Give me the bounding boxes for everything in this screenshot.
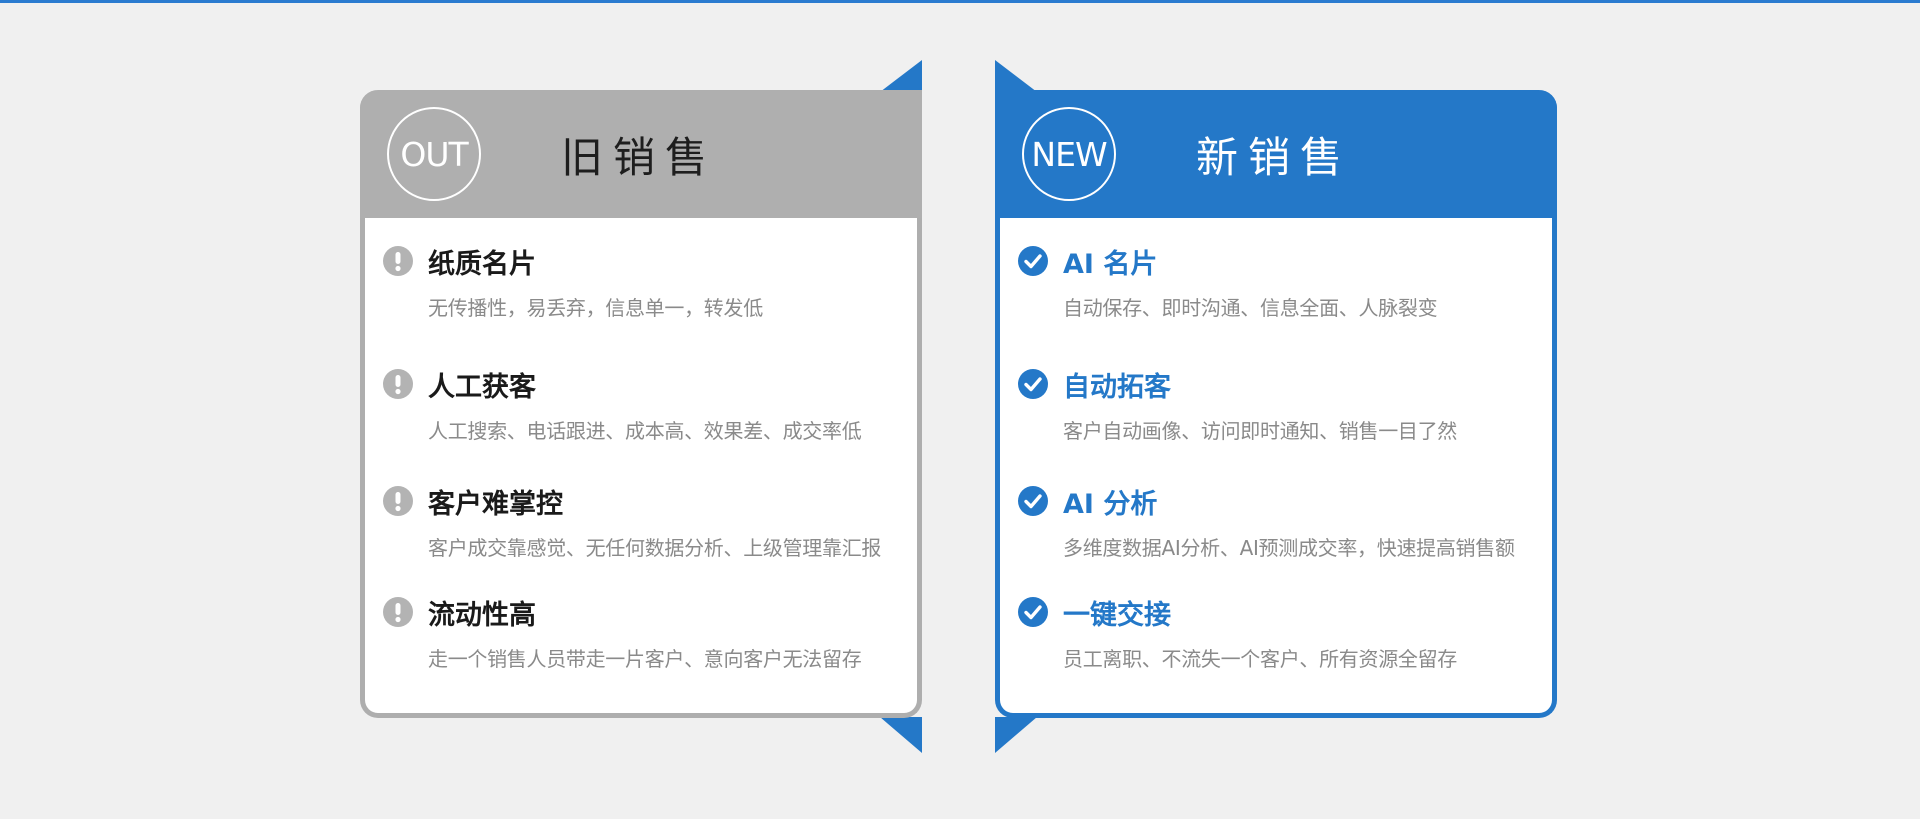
item-title: AI 名片	[1063, 249, 1158, 280]
new-sales-header: NEW 新销售	[995, 90, 1557, 218]
item-description: 无传播性，易丢弃，信息单一，转发低	[428, 296, 763, 320]
check-icon	[1018, 369, 1048, 399]
check-icon	[1018, 246, 1048, 276]
item-title: 流动性高	[428, 600, 536, 631]
item-description: 员工离职、不流失一个客户、所有资源全留存	[1063, 647, 1457, 671]
item-description: 走一个销售人员带走一片客户、意向客户无法留存	[428, 647, 862, 671]
new-sales-title: 新销售	[1196, 132, 1353, 182]
item-description: 多维度数据AI分析、AI预测成交率，快速提高销售额	[1063, 536, 1515, 560]
top-accent-line	[0, 0, 1920, 3]
new-badge: NEW	[1022, 107, 1116, 201]
item-description: 客户成交靠感觉、无任何数据分析、上级管理靠汇报	[428, 536, 882, 560]
old-card-bottom-ribbon	[880, 717, 922, 753]
old-card-top-ribbon	[880, 60, 922, 92]
old-sales-title: 旧销售	[561, 132, 718, 182]
out-badge: OUT	[387, 107, 481, 201]
new-sales-card: NEW 新销售 AI 名片 自动保存、即时沟通、信息全面、人脉裂变 自动拓客 客…	[995, 90, 1557, 718]
check-icon	[1018, 597, 1048, 627]
new-card-bottom-ribbon	[995, 717, 1037, 753]
item-description: 人工搜索、电话跟进、成本高、效果差、成交率低	[428, 419, 862, 443]
item-description: 自动保存、即时沟通、信息全面、人脉裂变	[1063, 296, 1438, 320]
old-sales-header: OUT 旧销售	[360, 90, 922, 218]
exclamation-icon	[383, 369, 413, 399]
exclamation-icon	[383, 597, 413, 627]
new-card-top-ribbon	[995, 60, 1037, 92]
item-description: 客户自动画像、访问即时通知、销售一目了然	[1063, 419, 1457, 443]
check-icon	[1018, 486, 1048, 516]
old-sales-card: OUT 旧销售 纸质名片 无传播性，易丢弃，信息单一，转发低 人工获客 人工搜索…	[360, 90, 922, 718]
item-title: 自动拓客	[1063, 372, 1171, 403]
item-title: 纸质名片	[428, 249, 536, 280]
item-title: 一键交接	[1063, 600, 1171, 631]
item-title: AI 分析	[1063, 489, 1158, 520]
exclamation-icon	[383, 486, 413, 516]
item-title: 客户难掌控	[428, 489, 563, 520]
exclamation-icon	[383, 246, 413, 276]
item-title: 人工获客	[428, 372, 536, 403]
